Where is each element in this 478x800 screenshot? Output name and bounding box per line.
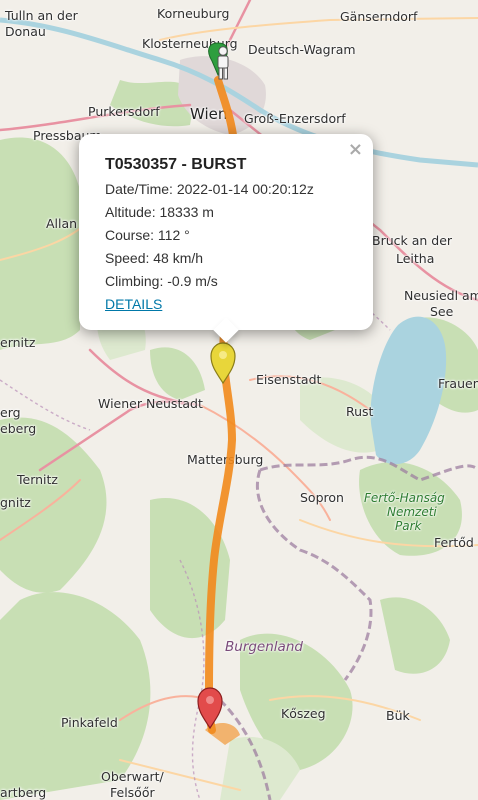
popup-climbing: Climbing: -0.9 m/s (105, 273, 218, 289)
popup-title: T0530357 - BURST (105, 156, 247, 173)
burst-marker-icon[interactable] (210, 342, 236, 385)
popup-content: T0530357 - BURST Date/Time: 2022-01-14 0… (79, 134, 373, 316)
track-overlay (197, 42, 240, 745)
popup-speed: Speed: 48 km/h (105, 250, 204, 266)
popup-datetime: Date/Time: 2022-01-14 00:20:12z (105, 181, 314, 197)
popup-altitude: Altitude: 18333 m (105, 204, 214, 220)
info-popup: × T0530357 - BURST Date/Time: 2022-01-14… (79, 134, 373, 343)
person-icon[interactable] (208, 42, 229, 80)
landing-marker-icon[interactable] (197, 687, 223, 730)
popup-course: Course: 112 ° (105, 227, 190, 243)
details-link[interactable]: DETAILS (105, 296, 162, 312)
map[interactable]: Tulln an der Donau Korneuburg Gänserndor… (0, 0, 478, 800)
